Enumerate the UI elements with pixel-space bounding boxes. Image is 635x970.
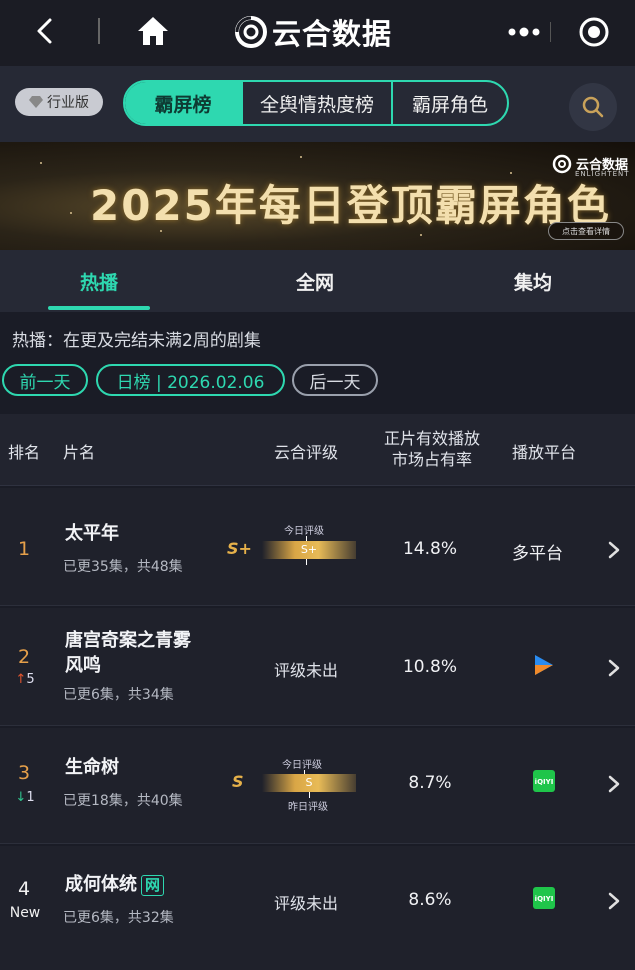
diamond-icon xyxy=(29,96,43,108)
tab-per-episode[interactable]: 集均 xyxy=(482,250,584,312)
chevron-right-icon[interactable] xyxy=(608,659,620,677)
tab-all-network[interactable]: 全网 xyxy=(264,250,366,312)
youku-icon xyxy=(535,655,553,675)
gauge-value: S xyxy=(305,776,313,789)
app-title: 云合数据 xyxy=(272,17,393,51)
table-row[interactable]: 2 ↑5 唐宫奇案之青雾 风鸣 已更6集，共34集 评级未出 10.8% xyxy=(0,608,635,726)
header-platform: 播放平台 xyxy=(512,443,577,462)
industry-edition-badge[interactable]: 行业版 xyxy=(15,88,103,116)
grade-letter: S+ xyxy=(227,539,252,558)
banner-detail-button[interactable]: 点击查看详情 xyxy=(548,222,624,240)
episode-progress: 已更6集，共32集 xyxy=(63,910,174,926)
segment-dominate-role[interactable]: 霸屏角色 xyxy=(393,82,507,124)
chevron-right-icon[interactable] xyxy=(608,541,620,559)
header-share-line1: 正片有效播放 xyxy=(383,429,480,448)
tab-hot[interactable]: 热播 xyxy=(48,250,150,312)
prev-day-button[interactable]: 前一天 xyxy=(2,364,88,396)
banner-title: 2025年每日登顶霸屏角色 xyxy=(90,181,611,230)
brand-logo-icon xyxy=(552,154,572,174)
market-share: 14.8% xyxy=(402,539,457,559)
search-button[interactable] xyxy=(569,83,617,131)
more-dots-icon[interactable] xyxy=(504,24,544,40)
gauge-value: S+ xyxy=(300,543,318,556)
show-title-text: 成何体统 xyxy=(65,874,137,895)
svg-text:iQIYI: iQIYI xyxy=(535,778,554,786)
app-logo-icon xyxy=(235,16,267,48)
date-selector[interactable]: 日榜 | 2026.02.06 xyxy=(96,364,285,396)
rank-change: ↓1 xyxy=(8,790,42,805)
list-type-tabs: 热播 全网 集均 xyxy=(0,250,635,312)
market-share: 8.7% xyxy=(408,773,452,793)
industry-label: 行业版 xyxy=(47,95,89,111)
header-share: 正片有效播放 市场占有率 xyxy=(380,428,484,470)
table-row[interactable]: 1 太平年 已更35集，共48集 S+ 今日评级 S+ 14.8% 多平台 xyxy=(0,488,635,606)
iqiyi-icon: iQIYI xyxy=(533,887,555,909)
header-name: 片名 xyxy=(63,443,96,462)
show-title-line2: 风鸣 xyxy=(65,655,101,676)
banner-brand-en: ENLIGHTENT xyxy=(575,170,630,178)
nav-divider xyxy=(98,18,100,44)
app-title-group: 云合数据 xyxy=(234,12,392,52)
show-title: 成何体统网 xyxy=(65,872,165,897)
market-share: 8.6% xyxy=(408,890,452,910)
show-title: 太平年 xyxy=(65,523,119,544)
grade-gauge: S xyxy=(262,774,356,792)
rank-number: 3 xyxy=(17,762,31,784)
header-share-line2: 市场占有率 xyxy=(391,450,472,469)
episode-progress: 已更18集，共40集 xyxy=(63,793,183,809)
ranking-type-segmented-control: 霸屏榜 全舆情热度榜 霸屏角色 xyxy=(123,80,509,126)
chevron-right-icon[interactable] xyxy=(608,892,620,910)
back-arrow-icon[interactable] xyxy=(30,16,60,46)
capsule-menu xyxy=(490,12,620,52)
arrow-down-icon: ↓ xyxy=(15,790,27,805)
episode-progress: 已更35集，共48集 xyxy=(63,559,183,575)
show-title: 生命树 xyxy=(65,757,119,778)
rank-change-value: 1 xyxy=(26,790,35,805)
promo-banner[interactable]: 2025年每日登顶霸屏角色 云合数据 ENLIGHTENT 点击查看详情 xyxy=(0,142,635,250)
iqiyi-icon: iQIYI xyxy=(533,770,555,792)
rank-number: 1 xyxy=(17,538,31,560)
gauge-today-label: 今日评级 xyxy=(282,760,322,771)
gauge-today-label: 今日评级 xyxy=(284,526,324,537)
show-title-line1: 唐宫奇案之青雾 xyxy=(65,630,191,651)
table-header: 排名 片名 云合评级 正片有效播放 市场占有率 播放平台 xyxy=(0,414,635,486)
episode-progress: 已更6集，共34集 xyxy=(63,687,174,703)
capsule-divider xyxy=(550,22,551,42)
header-grade: 云合评级 xyxy=(274,443,339,462)
table-row[interactable]: 4 New 成何体统网 已更6集，共32集 评级未出 8.6% iQIYI xyxy=(0,846,635,970)
segment-dominate-screen[interactable]: 霸屏榜 xyxy=(125,82,243,124)
top-navigation-bar: 云合数据 xyxy=(0,0,635,66)
hot-definition-note: 热播：在更及完结未满2周的剧集 xyxy=(12,331,261,351)
grade-gauge: S+ xyxy=(262,541,356,559)
rank-change-value: 5 xyxy=(26,672,35,687)
filter-bar: 行业版 霸屏榜 全舆情热度榜 霸屏角色 xyxy=(0,66,635,142)
home-icon[interactable] xyxy=(136,14,170,48)
grade-letter: S xyxy=(232,772,244,791)
table-row[interactable]: 3 ↓1 生命树 已更18集，共40集 S 今日评级 S 昨日评级 8.7% i… xyxy=(0,728,635,844)
target-icon[interactable] xyxy=(578,16,610,48)
gauge-yesterday-label: 昨日评级 xyxy=(288,802,328,813)
segment-public-opinion[interactable]: 全舆情热度榜 xyxy=(243,82,393,124)
svg-text:iQIYI: iQIYI xyxy=(535,895,554,903)
rank-number: 4 xyxy=(17,878,31,900)
rank-number: 2 xyxy=(17,646,31,668)
rank-change: ↑5 xyxy=(8,672,42,687)
rank-new-label: New xyxy=(9,905,41,921)
market-share: 10.8% xyxy=(402,657,457,677)
platform-label: 多平台 xyxy=(512,544,563,564)
web-drama-badge: 网 xyxy=(141,875,165,896)
grade-pending: 评级未出 xyxy=(274,661,339,680)
grade-pending: 评级未出 xyxy=(274,894,339,913)
arrow-up-icon: ↑ xyxy=(15,672,27,687)
header-rank: 排名 xyxy=(8,443,41,462)
search-icon xyxy=(582,96,604,118)
next-day-button[interactable]: 后一天 xyxy=(292,364,378,396)
active-tab-indicator xyxy=(48,306,150,310)
chevron-right-icon[interactable] xyxy=(608,775,620,793)
